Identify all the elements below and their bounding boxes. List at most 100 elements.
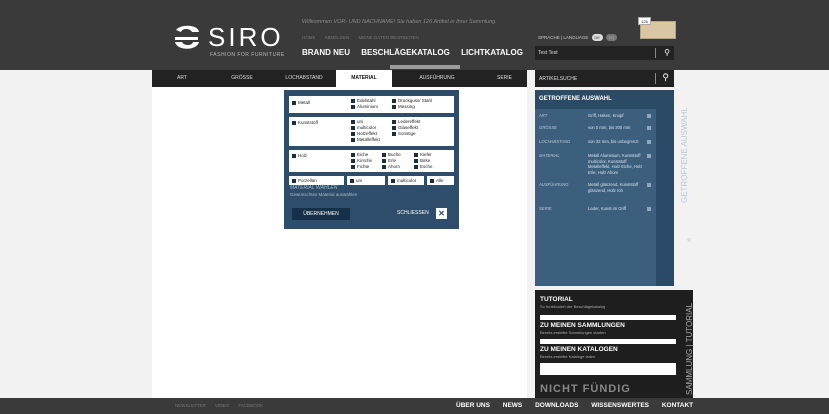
checkbox-eiche[interactable]: Eiche: [351, 152, 368, 157]
top-link-edit-profile[interactable]: MEINE DATEN BEARBEITEN: [359, 35, 419, 40]
checkbox-multicolor[interactable]: multicolor: [351, 125, 376, 130]
nav-lichtkatalog[interactable]: LICHTKATALOG: [461, 48, 523, 57]
search-icon[interactable]: ⚲: [664, 48, 670, 57]
checkbox-esche[interactable]: Esche: [414, 164, 433, 169]
nav-brand-neu[interactable]: BRAND NEU: [302, 48, 350, 57]
remove-icon[interactable]: [647, 140, 651, 144]
divider: [655, 48, 656, 58]
tab-lochabstand[interactable]: LOCHABSTAND: [272, 70, 336, 87]
remove-icon[interactable]: [647, 114, 651, 118]
footer-link-newsletter[interactable]: NEWSLETTER: [175, 403, 206, 408]
close-label[interactable]: SCHLIESSEN: [397, 210, 429, 216]
checkbox-messing[interactable]: Messing: [392, 104, 415, 109]
checkbox-kunststoff[interactable]: Kunststoff: [292, 120, 318, 125]
site-footer: NEWSLETTER VIDEO FACEBOOK ÜBER UNS NEWS …: [0, 398, 829, 414]
material-subtitle: Gewünschtes Material auswählen: [290, 192, 358, 197]
material-group-holz: Holz Eiche Kirsche Fichte Buche Erle Aho…: [289, 150, 454, 172]
tab-serie[interactable]: SERIE: [482, 70, 527, 87]
tab-ausfuehrung[interactable]: AUSFÜHRUNG: [392, 70, 482, 87]
main-nav: BRAND NEU BESCHLÄGEKATALOG LICHTKATALOG: [302, 48, 532, 69]
checkbox-holz[interactable]: Holz: [292, 153, 307, 158]
checkbox-kirsche[interactable]: Kirsche: [351, 158, 372, 163]
checkbox-buche[interactable]: Buche: [382, 152, 401, 157]
siro-logo[interactable]: SIRO FASHION FOR FURNITURE: [172, 22, 284, 62]
remove-icon[interactable]: [647, 183, 651, 187]
selection-value: von 0 mm, bis 200 mm: [588, 125, 631, 130]
lang-en-button[interactable]: EN: [605, 34, 617, 41]
nav-beschlaegekatalog[interactable]: BESCHLÄGEKATALOG: [361, 48, 450, 57]
close-icon[interactable]: ✕: [436, 208, 447, 219]
selection-list: ART Griff, Haken, Knopf GRÖSSE von 0 mm,…: [535, 109, 656, 286]
checkbox-ledereffekt[interactable]: Ledereffekt: [392, 119, 420, 124]
checkbox-uni[interactable]: uni: [351, 119, 363, 124]
checkbox-porzellan-multicolor[interactable]: multicolor: [391, 178, 416, 183]
checkbox-birke[interactable]: Birke: [414, 158, 430, 163]
checkbox-erle[interactable]: Erle: [382, 158, 396, 163]
checkbox-porzellan-uni[interactable]: uni: [350, 178, 362, 183]
lang-de-button[interactable]: DE: [591, 34, 603, 41]
remove-icon[interactable]: [647, 154, 651, 158]
checkbox-sonstige[interactable]: Sonstige: [392, 131, 416, 136]
footer-nav: ÜBER UNS NEWS DOWNLOADS WISSENSWERTES KO…: [456, 402, 704, 409]
top-link-logout[interactable]: ABMELDEN: [325, 35, 350, 40]
remove-icon[interactable]: [647, 126, 651, 130]
porzellan-multicolor-row: multicolor: [388, 176, 424, 185]
tab-material[interactable]: MATERIAL: [336, 70, 392, 87]
tab-art[interactable]: ART: [152, 70, 212, 87]
checkbox-kiefer[interactable]: Kiefer: [414, 152, 432, 157]
remove-icon[interactable]: [647, 207, 651, 211]
collection-count-badge: 126: [638, 17, 651, 25]
catalogs-subtitle: Bereits erstellte Kataloge laden: [540, 354, 596, 359]
selection-value: Metall glänzend, Kunststoff glänzend, Ho…: [588, 182, 639, 193]
checkbox-fichte[interactable]: Fichte: [351, 164, 369, 169]
tutorial-vertical-tab[interactable]: SAMMLUNG | TUTORIAL: [685, 303, 694, 395]
selection-key: LOCHABSTAND: [539, 139, 571, 144]
tutorial-link[interactable]: TUTORIAL So funktioniert der Beschlägeka…: [540, 296, 676, 309]
nicht-fuendig-heading[interactable]: NICHT FÜNDIG: [540, 383, 631, 395]
language-switch: SPRACHE | LANGUAGE DE EN: [538, 34, 617, 41]
checkbox-porzellan[interactable]: Porzellan: [292, 178, 317, 183]
apply-button[interactable]: ÜBERNEHMEN: [292, 208, 350, 220]
footer-link-kontakt[interactable]: KONTAKT: [662, 402, 693, 409]
footer-link-news[interactable]: NEWS: [503, 402, 523, 409]
selection-value: Leder, Kunst im Griff: [588, 206, 627, 211]
collections-link[interactable]: ZU MEINEN SAMMLUNGEN Bereits erstellte S…: [540, 322, 676, 335]
catalogs-link[interactable]: ZU MEINEN KATALOGEN Bereits erstellte Ka…: [540, 346, 676, 359]
siro-logo-icon: [175, 25, 199, 49]
porzellan-alle-row: Alle: [427, 176, 454, 185]
material-group-metall: Metall Edelstahl Aluminium Druckguss/ St…: [289, 96, 454, 113]
selection-title: GETROFFENE AUSWAHL: [539, 96, 612, 102]
collapse-chevron-icon[interactable]: «: [687, 235, 691, 244]
selection-panel: GETROFFENE AUSWAHL ART Griff, Haken, Kno…: [535, 90, 674, 286]
footer-link-wissenswertes[interactable]: WISSENSWERTES: [591, 402, 649, 409]
footer-link-ueber-uns[interactable]: ÜBER UNS: [456, 402, 490, 409]
selection-vertical-tab[interactable]: GETROFFENE AUSWAHL: [680, 107, 689, 203]
user-search-field[interactable]: Test Test ⚲: [535, 46, 674, 60]
welcome-message: Willkommen VOR- UND NACHNAME! Sie haben …: [302, 19, 497, 25]
footer-social-links: NEWSLETTER VIDEO FACEBOOK: [175, 403, 271, 408]
checkbox-druckguss-stahl[interactable]: Druckguss/ Stahl: [392, 98, 432, 103]
collections-subtitle: Bereits erstellte Sammlungen starten: [540, 330, 606, 335]
checkbox-edelstahl[interactable]: Edelstahl: [351, 98, 376, 103]
selection-key: ART: [539, 113, 548, 118]
checkbox-ahorn[interactable]: Ahorn: [382, 164, 400, 169]
checkbox-aluminium[interactable]: Aluminium: [351, 104, 378, 109]
search-icon[interactable]: ⚲: [662, 72, 669, 83]
user-search-value: Test Test: [538, 50, 558, 56]
footer-link-facebook[interactable]: FACEBOOK: [238, 403, 263, 408]
top-link-home[interactable]: HOME: [302, 35, 316, 40]
tutorial-title: TUTORIAL: [540, 296, 573, 303]
selection-value: Griff, Haken, Knopf: [588, 113, 624, 118]
checkbox-alle[interactable]: Alle: [430, 178, 444, 183]
checkbox-glaseffekt[interactable]: Glaseffekt: [392, 125, 418, 130]
footer-link-video[interactable]: VIDEO: [215, 403, 229, 408]
collection-box-icon[interactable]: 126: [638, 17, 676, 39]
tab-groesse[interactable]: GRÖSSE: [212, 70, 272, 87]
footer-link-downloads[interactable]: DOWNLOADS: [535, 402, 578, 409]
article-search-field[interactable]: ARTIKELSUCHE ⚲: [535, 70, 674, 87]
checkbox-metall[interactable]: Metall: [292, 100, 310, 105]
selection-value: Metall Aluminium, Kunststoff multicolor,…: [588, 153, 643, 175]
material-filter-panel: Metall Edelstahl Aluminium Druckguss/ St…: [284, 90, 459, 229]
checkbox-metalleffekt[interactable]: Metalleffekt: [351, 137, 380, 142]
checkbox-holzeffekt[interactable]: Holzeffekt: [351, 131, 377, 136]
